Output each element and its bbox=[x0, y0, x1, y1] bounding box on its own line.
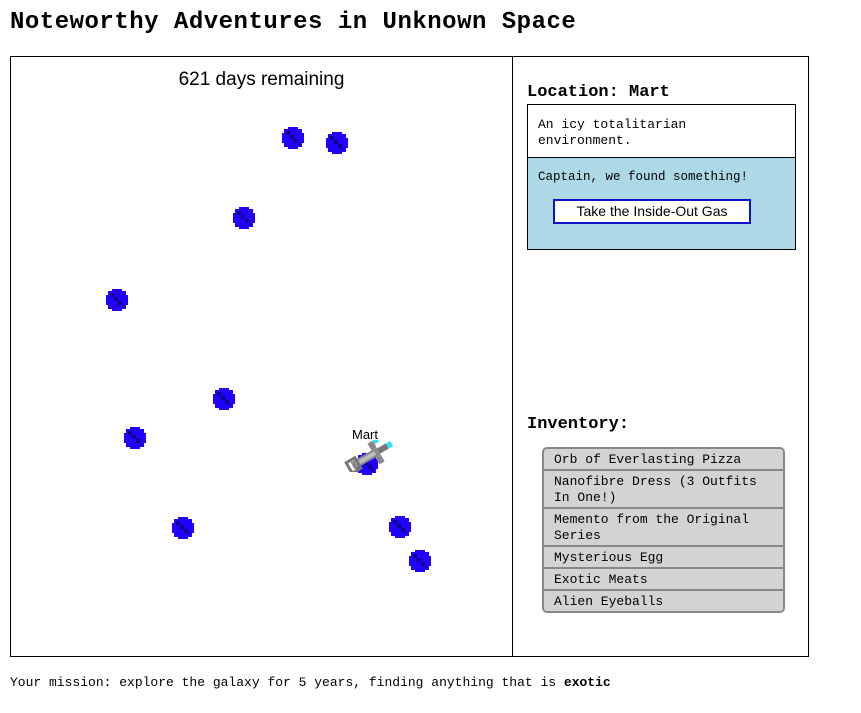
inventory-list: Orb of Everlasting Pizza Nanofibre Dress… bbox=[542, 447, 785, 613]
planet[interactable] bbox=[409, 550, 431, 572]
planet[interactable] bbox=[233, 207, 255, 229]
game-title: Noteworthy Adventures in Unknown Space bbox=[10, 9, 577, 36]
planet[interactable] bbox=[172, 517, 194, 539]
discovery-message: Captain, we found something! bbox=[538, 170, 749, 184]
location-description: An icy totalitarian environment. bbox=[527, 104, 796, 158]
side-panel: Location: Mart An icy totalitarian envir… bbox=[513, 57, 809, 656]
mission-emphasis: exotic bbox=[563, 675, 611, 690]
spaceship-icon bbox=[344, 438, 396, 476]
inventory-item[interactable]: Orb of Everlasting Pizza bbox=[544, 449, 783, 471]
mission-text: Your mission: explore the galaxy for 5 y… bbox=[10, 675, 611, 690]
planet[interactable] bbox=[213, 388, 235, 410]
days-remaining: 621 days remaining bbox=[178, 69, 345, 90]
location-heading: Location: Mart bbox=[527, 83, 670, 102]
game-frame: 621 days remaining Mart Location: Mart A… bbox=[10, 56, 809, 657]
planet[interactable] bbox=[282, 127, 304, 149]
mission-prefix: Your mission: explore the galaxy for 5 y… bbox=[10, 675, 564, 690]
planet[interactable] bbox=[124, 427, 146, 449]
planet[interactable] bbox=[106, 289, 128, 311]
inventory-item[interactable]: Alien Eyeballs bbox=[544, 591, 783, 611]
planet[interactable] bbox=[389, 516, 411, 538]
planet[interactable] bbox=[326, 132, 348, 154]
inventory-heading: Inventory: bbox=[527, 415, 630, 434]
discovery-panel: Captain, we found something! Take the In… bbox=[527, 158, 796, 250]
inventory-item[interactable]: Mysterious Egg bbox=[544, 547, 783, 569]
inventory-item[interactable]: Exotic Meats bbox=[544, 569, 783, 591]
take-item-button[interactable]: Take the Inside-Out Gas bbox=[553, 199, 751, 224]
space-map[interactable]: 621 days remaining Mart bbox=[11, 57, 513, 656]
inventory-item[interactable]: Nanofibre Dress (3 Outfits In One!) bbox=[544, 471, 783, 509]
inventory-item[interactable]: Memento from the Original Series bbox=[544, 509, 783, 547]
